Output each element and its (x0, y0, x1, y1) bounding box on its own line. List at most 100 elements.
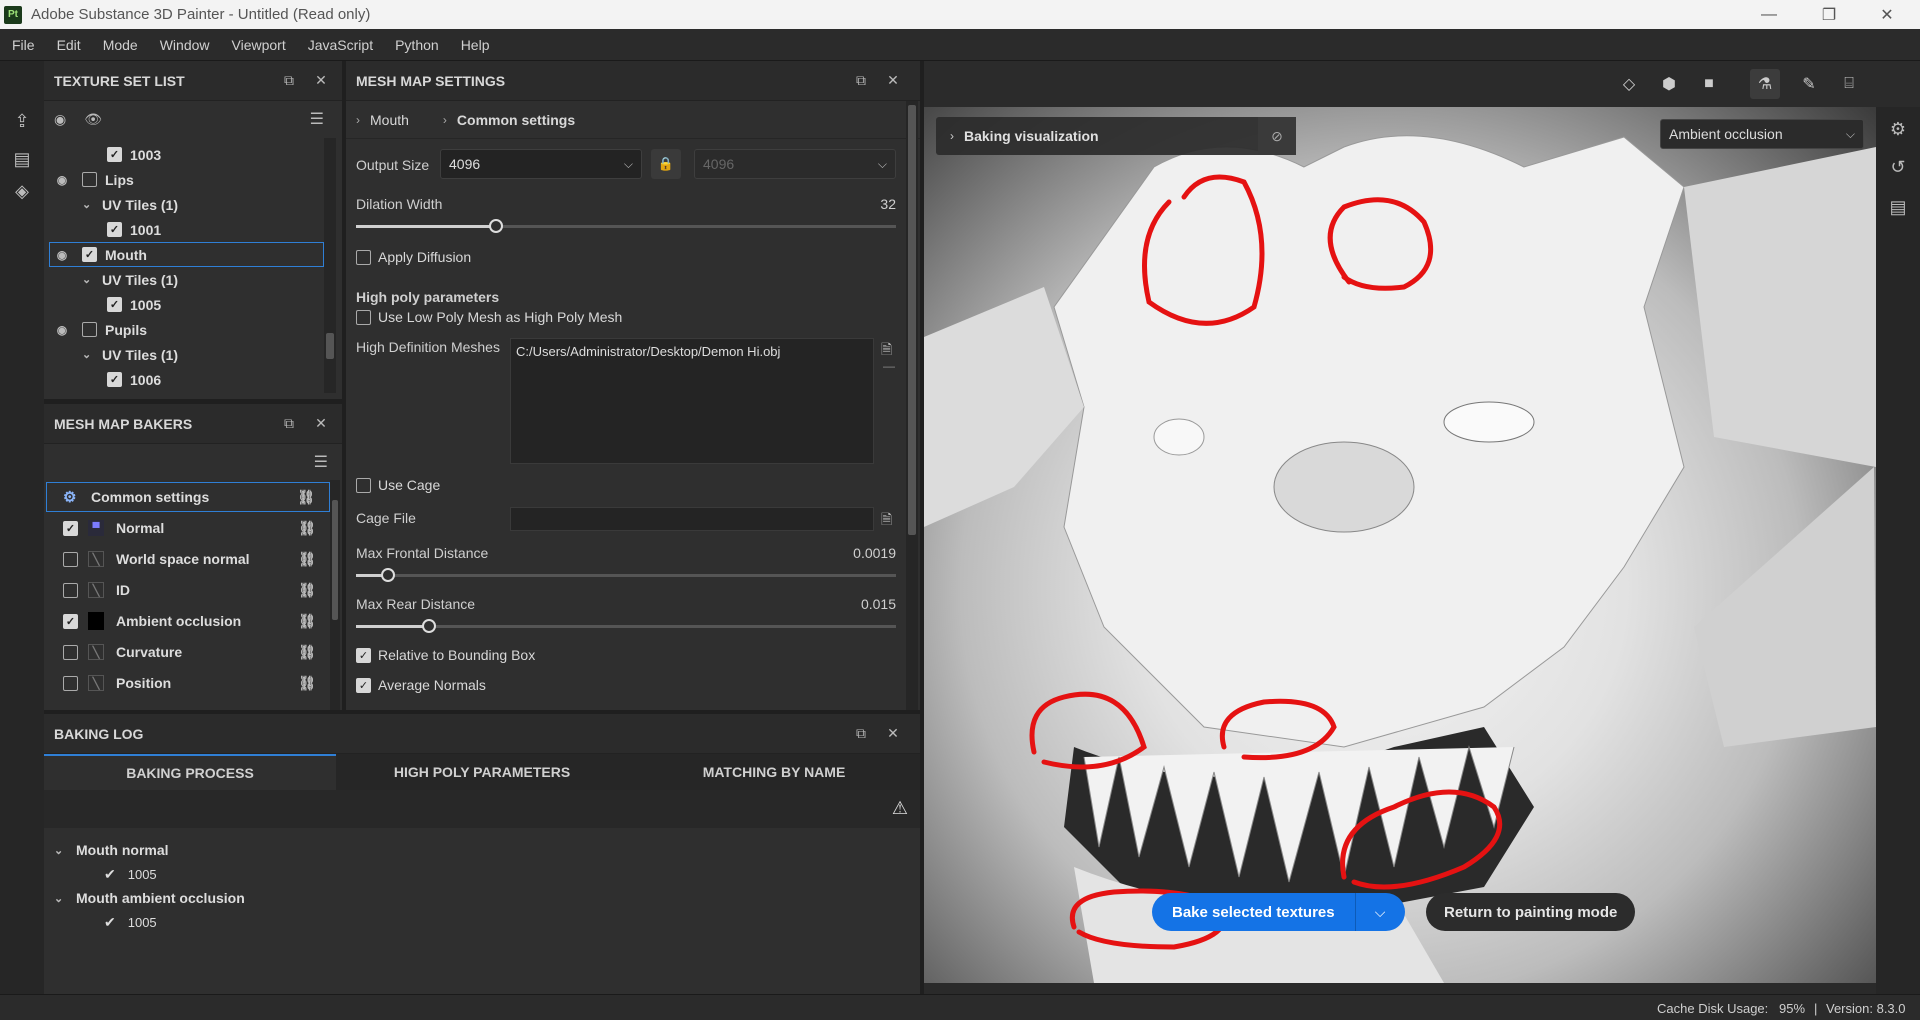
eye-icon[interactable]: ◉ (54, 323, 70, 337)
link-icon[interactable]: ⛓ (298, 613, 316, 630)
tree-row-lips[interactable]: ◉ Lips (44, 167, 324, 192)
checkbox[interactable] (63, 582, 78, 598)
dilation-slider-knob[interactable] (489, 219, 504, 233)
lock-icon[interactable]: 🔒 (651, 149, 681, 179)
minimize-button[interactable]: — (1746, 0, 1792, 29)
baker-normal[interactable]: ✓ ▀ Normal ⛓ (44, 513, 330, 543)
eye-icon[interactable]: 👁 (84, 111, 102, 128)
log-entry[interactable]: ⌄ Mouth ambient occlusion (54, 890, 245, 906)
shelf-icon[interactable]: ▤ (10, 149, 34, 173)
average-normals-option[interactable]: ✓ Average Normals (356, 677, 486, 693)
tree-row-mouth[interactable]: ◉ ✓ Mouth (49, 242, 324, 267)
breadcrumb-item[interactable]: Common settings (457, 112, 575, 128)
checkbox[interactable] (63, 644, 78, 660)
checkbox[interactable]: ✓ (107, 372, 122, 387)
history-icon[interactable]: ↺ (1886, 157, 1910, 181)
baker-world-space-normal[interactable]: ╲ World space normal ⛓ (44, 544, 330, 574)
tree-row-uv-tiles[interactable]: ⌄ UV Tiles (1) (44, 267, 324, 292)
scrollbar-thumb[interactable] (326, 333, 334, 359)
layers-icon[interactable]: ◈ (10, 181, 34, 205)
baker-common-settings[interactable]: ⚙ Common settings ⛓ (46, 482, 330, 512)
max-rear-slider-knob[interactable] (422, 619, 437, 633)
bake-mode-icon[interactable]: ⚗ (1750, 69, 1780, 99)
checkbox[interactable]: ✓ (356, 677, 371, 693)
breadcrumb-item[interactable]: Mouth (370, 112, 409, 128)
chevron-down-icon[interactable]: ⌄ (54, 844, 68, 857)
bake-options-dropdown[interactable]: ⌵ (1354, 893, 1405, 931)
scrollbar-thumb[interactable] (908, 105, 916, 535)
baker-curvature[interactable]: ╲ Curvature ⛓ (44, 637, 330, 667)
tree-row-uv-tiles[interactable]: ⌄ UV Tiles (1) (44, 192, 324, 217)
checkbox[interactable] (82, 172, 97, 187)
use-low-poly-option[interactable]: Use Low Poly Mesh as High Poly Mesh (356, 309, 622, 325)
screenshot-icon[interactable]: ⌸ (1834, 69, 1864, 99)
cage-file-input[interactable] (510, 507, 874, 531)
visibility-toggle-icon[interactable]: ◉ (54, 111, 66, 128)
link-icon[interactable]: ⛓ (298, 582, 316, 599)
checkbox[interactable] (356, 309, 371, 325)
checkbox[interactable]: ✓ (63, 613, 78, 629)
checkbox[interactable]: ✓ (107, 222, 122, 237)
file-icon[interactable]: 🗎 (881, 509, 892, 533)
menu-javascript[interactable]: JavaScript (297, 29, 384, 61)
float-panel-icon[interactable]: ⧉ (278, 70, 300, 92)
tree-row-1006[interactable]: ✓ 1006 (44, 367, 324, 392)
checkbox[interactable]: ✓ (63, 520, 78, 536)
output-size-select[interactable]: 4096 ⌵ (440, 149, 642, 179)
cube-icon[interactable]: ⬢ (1654, 69, 1684, 99)
checkbox[interactable]: ✓ (356, 647, 371, 663)
chevron-down-icon[interactable]: ⌄ (54, 892, 68, 905)
link-icon[interactable]: ⛓ (298, 644, 316, 661)
scrollbar[interactable] (324, 138, 336, 393)
tree-row-1003[interactable]: ✓ 1003 (44, 142, 324, 167)
relative-bbox-option[interactable]: ✓ Relative to Bounding Box (356, 647, 535, 663)
checkbox[interactable] (356, 249, 371, 265)
output-size-locked-select[interactable]: 4096 ⌵ (694, 149, 896, 179)
close-icon[interactable]: ✕ (310, 70, 332, 92)
use-cage-option[interactable]: Use Cage (356, 477, 440, 493)
menu-help[interactable]: Help (450, 29, 501, 61)
list-menu-icon[interactable]: ☰ (310, 109, 324, 129)
link-icon[interactable]: ⛓ (297, 489, 315, 506)
checkbox[interactable] (356, 477, 371, 493)
warning-icon[interactable]: ⚠ (892, 798, 908, 819)
tree-row-pupils[interactable]: ◉ Pupils (44, 317, 324, 342)
tab-high-poly-parameters[interactable]: HIGH POLY PARAMETERS (336, 754, 628, 790)
chevron-down-icon[interactable]: ⌄ (82, 198, 96, 211)
chevron-right-icon[interactable]: › (950, 129, 954, 143)
viewport[interactable]: ◇ ⬢ ■ ⚗ ✎ ⌸ › Baking visualization ⊘ Amb… (924, 61, 1920, 994)
checkbox[interactable] (82, 322, 97, 337)
baker-id[interactable]: ╲ ID ⛓ (44, 575, 330, 605)
checkbox[interactable] (63, 675, 78, 691)
camera-icon[interactable]: ■ (1694, 69, 1724, 99)
restore-button[interactable]: ❐ (1806, 0, 1852, 29)
return-to-painting-button[interactable]: Return to painting mode (1426, 893, 1636, 931)
checkbox[interactable]: ✓ (107, 297, 122, 312)
dilation-width-value[interactable]: 32 (880, 196, 896, 212)
link-icon[interactable]: ⛓ (298, 520, 316, 537)
render-canvas[interactable]: › Baking visualization ⊘ Ambient occlusi… (924, 107, 1876, 983)
link-icon[interactable]: ⛓ (298, 675, 316, 692)
baker-ambient-occlusion[interactable]: ✓ Ambient occlusion ⛓ (44, 606, 330, 636)
max-rear-slider-track[interactable] (356, 625, 896, 628)
chevron-down-icon[interactable]: ⌄ (82, 273, 96, 286)
menu-python[interactable]: Python (384, 29, 450, 61)
checkbox[interactable]: ✓ (82, 247, 97, 262)
paint-brush-icon[interactable]: ✎ (1794, 69, 1824, 99)
chevron-down-icon[interactable]: ⌄ (82, 348, 96, 361)
log-icon[interactable]: ▤ (1886, 197, 1910, 221)
checkbox[interactable]: ✓ (107, 147, 122, 162)
hide-visualization-icon[interactable]: ⊘ (1258, 117, 1296, 155)
uv-view-icon[interactable]: ◇ (1614, 69, 1644, 99)
max-frontal-value[interactable]: 0.0019 (853, 545, 896, 561)
log-entry[interactable]: ⌄ Mouth normal (54, 842, 169, 858)
baker-position[interactable]: ╲ Position ⛓ (44, 668, 330, 698)
close-icon[interactable]: ✕ (882, 70, 904, 92)
list-menu-icon[interactable]: ☰ (314, 452, 328, 472)
bake-selected-button[interactable]: Bake selected textures (1152, 893, 1355, 931)
close-icon[interactable]: ✕ (882, 723, 904, 745)
export-icon[interactable]: ⇪ (10, 111, 34, 135)
menu-viewport[interactable]: Viewport (221, 29, 297, 61)
max-frontal-slider-track[interactable] (356, 574, 896, 577)
baking-visualization-bar[interactable]: › Baking visualization ⊘ (936, 117, 1296, 155)
